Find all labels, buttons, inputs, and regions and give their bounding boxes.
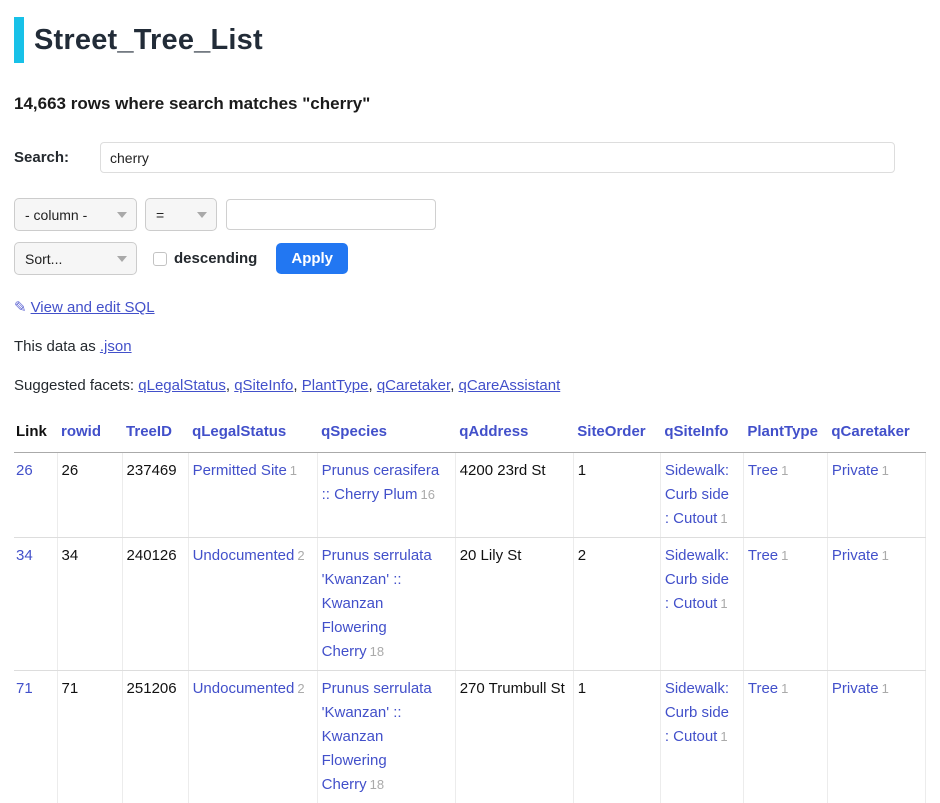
cell-rowid: 34	[57, 538, 122, 671]
column-header-siteorder: SiteOrder	[573, 414, 660, 453]
search-label: Search:	[14, 149, 100, 166]
column-header-rowid: rowid	[57, 414, 122, 453]
cell-planttype: Tree1	[743, 538, 827, 671]
facet-count: 1	[781, 463, 788, 478]
cell-planttype: Tree1	[743, 453, 827, 538]
cell-link: 26	[14, 453, 57, 538]
accent-bar	[14, 17, 24, 63]
cell-qlegalstatus: Undocumented2	[188, 671, 317, 803]
cell-qaddress: 4200 23rd St	[455, 453, 573, 538]
facet-link-qcaretaker[interactable]: qCaretaker	[377, 377, 450, 394]
facet-count: 1	[882, 463, 889, 478]
sql-link-row: ✎View and edit SQL	[14, 298, 926, 316]
json-link[interactable]: .json	[100, 338, 132, 355]
column-header-planttype: PlantType	[743, 414, 827, 453]
cell-link: 71	[14, 671, 57, 803]
column-header-qlegalstatus: qLegalStatus	[188, 414, 317, 453]
descending-label: descending	[174, 250, 257, 267]
page: Street_Tree_List 14,663 rows where searc…	[0, 16, 940, 803]
facets-prefix: Suggested facets:	[14, 377, 134, 394]
cell-rowid: 26	[57, 453, 122, 538]
cell-qcaretaker: Private1	[827, 538, 925, 671]
search-input[interactable]	[100, 142, 895, 173]
cell-qsiteinfo: Sidewalk: Curb side : Cutout1	[660, 538, 743, 671]
descending-checkbox[interactable]	[153, 252, 167, 266]
table-header-row: Link rowid TreeID qLegalStatus qSpecies …	[14, 414, 926, 453]
cell-link: 34	[14, 538, 57, 671]
facet-count: 1	[882, 681, 889, 696]
page-title: Street_Tree_List	[34, 24, 263, 57]
filter-value-input[interactable]	[226, 199, 436, 230]
facet-link-qcareassistant[interactable]: qCareAssistant	[459, 377, 561, 394]
column-header-link: Link	[14, 414, 57, 453]
search-form: Search:	[14, 142, 926, 173]
facet-count: 1	[290, 463, 297, 478]
facet-links: qLegalStatus, qSiteInfo, PlantType, qCar…	[138, 377, 560, 394]
facet-count: 1	[720, 729, 727, 744]
sort-row: Sort... descending Apply	[14, 242, 926, 275]
filter-column-select-value: - column -	[25, 207, 87, 223]
data-table: Link rowid TreeID qLegalStatus qSpecies …	[14, 414, 926, 803]
sort-select-value: Sort...	[25, 251, 62, 267]
cell-siteorder: 1	[573, 671, 660, 803]
facet-count: 1	[781, 681, 788, 696]
page-header: Street_Tree_List	[14, 16, 926, 64]
data-export-row: This data as .json	[14, 338, 926, 355]
cell-qaddress: 270 Trumbull St	[455, 671, 573, 803]
facet-link-planttype[interactable]: PlantType	[302, 377, 369, 394]
view-edit-sql-link[interactable]: View and edit SQL	[31, 299, 155, 316]
facet-link-qsiteinfo[interactable]: qSiteInfo	[234, 377, 293, 394]
cell-siteorder: 1	[573, 453, 660, 538]
suggested-facets-row: Suggested facets: qLegalStatus, qSiteInf…	[14, 377, 926, 394]
filter-column-select[interactable]: - column -	[14, 198, 137, 231]
filter-operator-select-value: =	[156, 207, 164, 223]
facet-count: 2	[297, 548, 304, 563]
table-row: 26 26 237469 Permitted Site1 Prunus cera…	[14, 453, 926, 538]
cell-qspecies: Prunus serrulata 'Kwanzan' :: Kwanzan Fl…	[317, 671, 455, 803]
facet-count: 1	[781, 548, 788, 563]
column-header-qcaretaker: qCaretaker	[827, 414, 925, 453]
column-header-qspecies: qSpecies	[317, 414, 455, 453]
column-header-treeid: TreeID	[122, 414, 188, 453]
cell-qcaretaker: Private1	[827, 453, 925, 538]
facet-count: 1	[882, 548, 889, 563]
cell-rowid: 71	[57, 671, 122, 803]
sort-select[interactable]: Sort...	[14, 242, 137, 275]
column-header-qaddress: qAddress	[455, 414, 573, 453]
facet-count: 18	[370, 644, 384, 659]
facet-count: 18	[370, 777, 384, 792]
apply-button[interactable]: Apply	[276, 243, 348, 274]
cell-qsiteinfo: Sidewalk: Curb side : Cutout1	[660, 671, 743, 803]
cell-qcaretaker: Private1	[827, 671, 925, 803]
cell-planttype: Tree1	[743, 671, 827, 803]
cell-qlegalstatus: Undocumented2	[188, 538, 317, 671]
data-as-prefix: This data as	[14, 338, 96, 355]
table-row: 71 71 251206 Undocumented2 Prunus serrul…	[14, 671, 926, 803]
chevron-down-icon	[117, 212, 127, 218]
facet-count: 1	[720, 596, 727, 611]
facet-count: 1	[720, 511, 727, 526]
filter-operator-select[interactable]: =	[145, 198, 217, 231]
cell-qaddress: 20 Lily St	[455, 538, 573, 671]
table-row: 34 34 240126 Undocumented2 Prunus serrul…	[14, 538, 926, 671]
cell-qspecies: Prunus serrulata 'Kwanzan' :: Kwanzan Fl…	[317, 538, 455, 671]
facet-count: 16	[421, 487, 435, 502]
column-header-qsiteinfo: qSiteInfo	[660, 414, 743, 453]
chevron-down-icon	[197, 212, 207, 218]
facet-count: 2	[297, 681, 304, 696]
cell-treeid: 237469	[122, 453, 188, 538]
chevron-down-icon	[117, 256, 127, 262]
pencil-icon: ✎	[14, 299, 27, 316]
cell-qlegalstatus: Permitted Site1	[188, 453, 317, 538]
cell-treeid: 251206	[122, 671, 188, 803]
cell-treeid: 240126	[122, 538, 188, 671]
cell-siteorder: 2	[573, 538, 660, 671]
filter-row: - column - =	[14, 198, 926, 231]
cell-qsiteinfo: Sidewalk: Curb side : Cutout1	[660, 453, 743, 538]
row-count-summary: 14,663 rows where search matches "cherry…	[14, 94, 926, 114]
cell-qspecies: Prunus cerasifera :: Cherry Plum16	[317, 453, 455, 538]
facet-link-qlegalstatus[interactable]: qLegalStatus	[138, 377, 226, 394]
